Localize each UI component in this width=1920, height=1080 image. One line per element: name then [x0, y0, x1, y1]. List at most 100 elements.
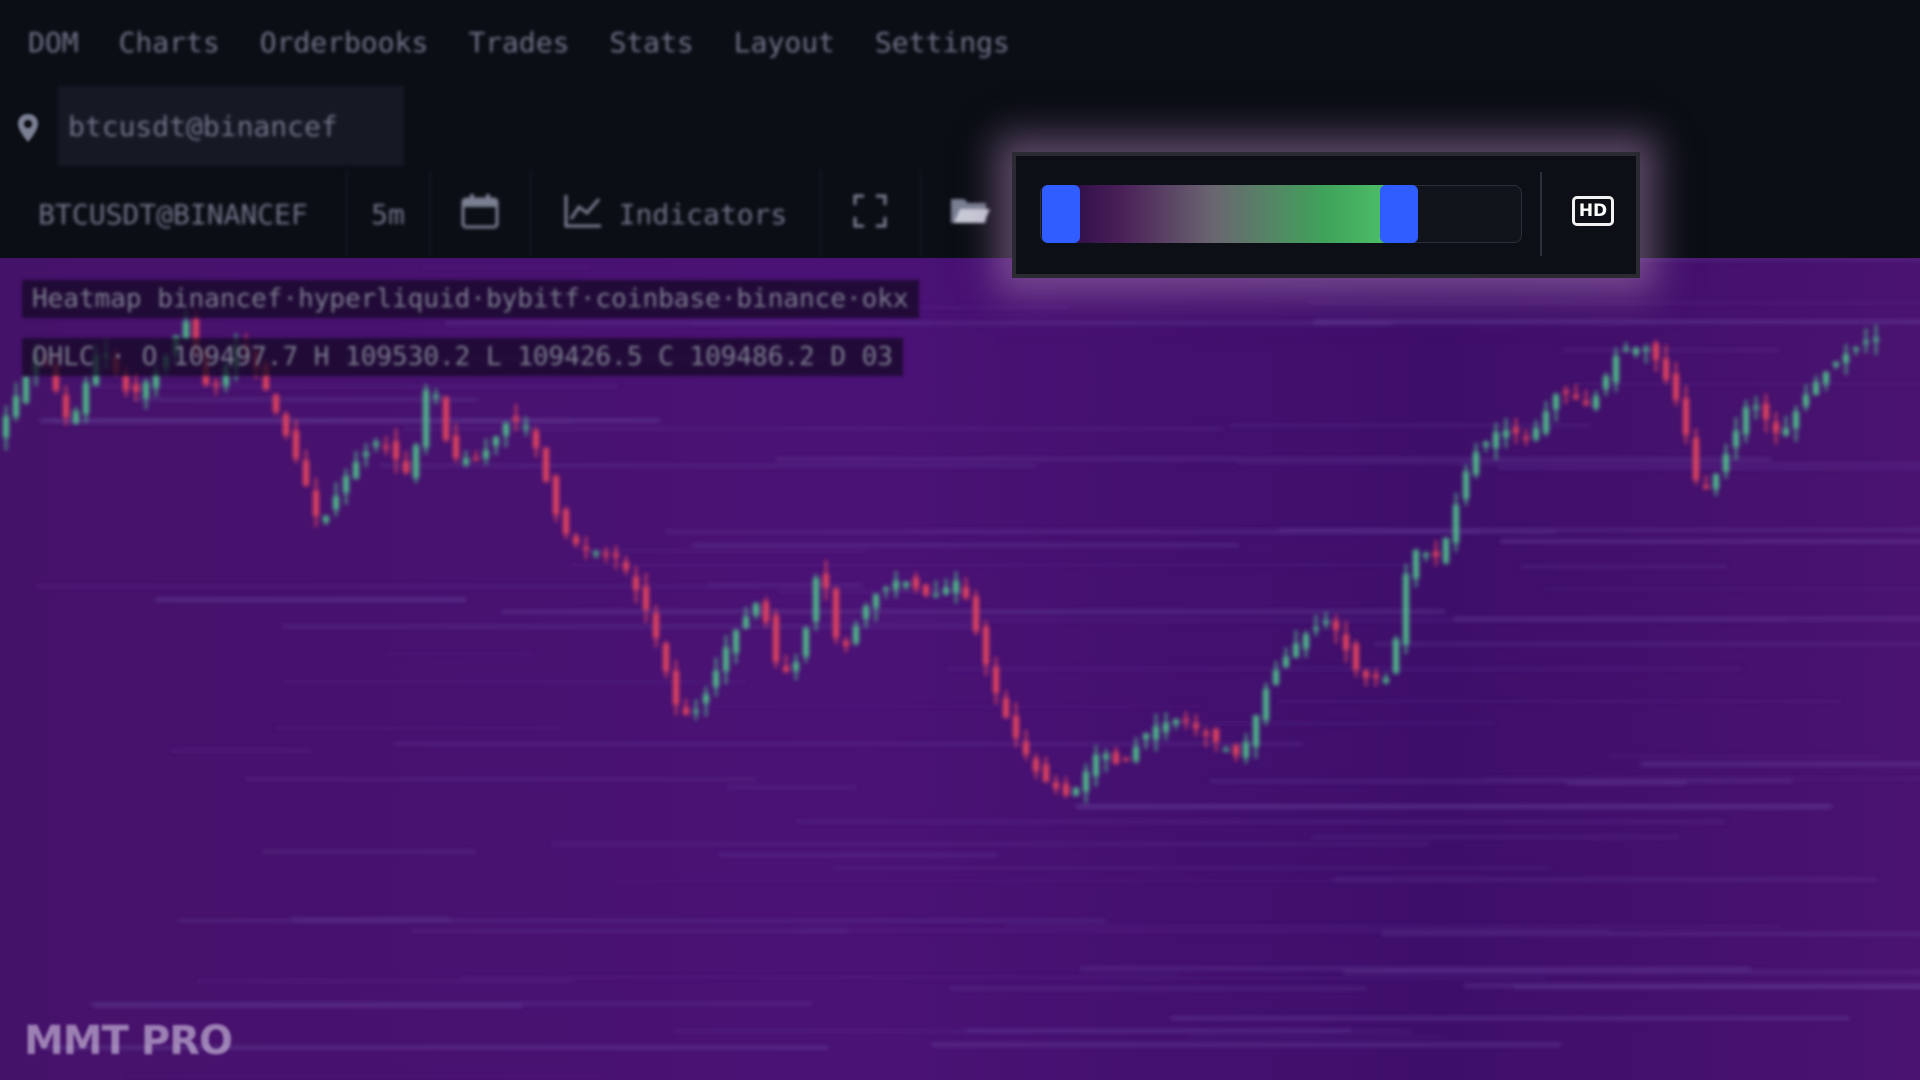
candle-down — [393, 441, 399, 460]
heatmap-band — [1573, 383, 1920, 385]
heatmap-band — [1640, 762, 1920, 767]
candle-up — [1613, 356, 1619, 383]
candle-down — [633, 576, 639, 590]
candle-up — [1623, 348, 1629, 351]
candle-up — [1313, 627, 1319, 631]
candle-down — [773, 615, 779, 662]
candle-up — [463, 458, 469, 465]
heatmap-band — [793, 928, 1610, 933]
candle-up — [863, 606, 869, 620]
heatmap-band — [197, 979, 574, 983]
candle-down — [823, 573, 829, 588]
candle-up — [1393, 639, 1399, 674]
heatmap-band — [1562, 348, 1781, 352]
range-low-handle[interactable] — [1042, 185, 1080, 243]
candle-up — [1803, 394, 1809, 407]
calendar-button[interactable] — [430, 170, 531, 258]
candle-up — [1873, 338, 1879, 342]
heatmap-band — [1333, 877, 1878, 882]
candle-down — [763, 601, 769, 622]
candle-down — [1203, 731, 1209, 736]
candle-up — [853, 626, 859, 644]
indicators-button[interactable]: Indicators — [530, 170, 821, 258]
candle-up — [1643, 348, 1649, 351]
menu-stats[interactable]: Stats — [589, 26, 713, 59]
range-high-handle[interactable] — [1380, 185, 1419, 243]
menu-dom[interactable]: DOM — [0, 26, 99, 59]
candle-up — [743, 616, 749, 629]
heatmap-band — [1276, 700, 1843, 703]
candle-up — [793, 662, 799, 672]
menu-orderbooks[interactable]: Orderbooks — [240, 26, 449, 59]
heatmap-band — [1308, 301, 1920, 305]
candle-down — [913, 577, 919, 589]
heatmap-band — [379, 464, 1038, 468]
open-layout-button[interactable] — [920, 170, 1020, 258]
heatmap-band — [459, 976, 1178, 979]
candle-down — [1583, 401, 1589, 406]
candle-up — [1823, 372, 1829, 385]
menu-trades[interactable]: Trades — [448, 26, 589, 59]
heatmap-band — [89, 1002, 812, 1005]
symbol-button[interactable]: BTCUSDT@BINANCEF — [0, 170, 347, 258]
heatmap-band — [93, 1005, 523, 1008]
heatmap-band — [947, 666, 1742, 671]
candle-up — [1073, 788, 1079, 796]
menu-settings[interactable]: Settings — [855, 26, 1030, 59]
chart-line-icon — [563, 193, 603, 236]
candle-up — [1493, 432, 1499, 449]
candle-up — [803, 628, 809, 657]
candle-down — [533, 430, 539, 448]
candle-up — [433, 395, 439, 398]
candle-up — [703, 694, 709, 704]
heatmap-band — [422, 266, 591, 268]
candle-up — [873, 594, 879, 609]
candle-down — [133, 383, 139, 392]
candle-down — [1053, 782, 1059, 789]
heatmap-band — [245, 777, 757, 781]
candle-down — [123, 374, 129, 391]
candle-down — [683, 707, 689, 715]
menu-charts[interactable]: Charts — [99, 26, 240, 59]
candle-up — [373, 442, 379, 447]
candle-up — [1163, 722, 1169, 733]
candle-up — [1463, 471, 1469, 500]
symbol-search-input[interactable] — [58, 86, 404, 166]
candle-up — [483, 450, 489, 459]
menu-layout[interactable]: Layout — [714, 26, 855, 59]
candle-up — [1293, 643, 1299, 658]
heatmap-band — [1498, 466, 1920, 470]
candle-up — [1383, 678, 1389, 683]
candle-down — [1373, 674, 1379, 678]
candle-down — [973, 596, 979, 632]
heatmap-band — [657, 705, 1203, 708]
heatmap-band — [691, 544, 1240, 547]
hd-toggle-button[interactable]: HD — [1572, 196, 1614, 226]
candle-down — [663, 643, 669, 672]
top-menu: DOM Charts Orderbooks Trades Stats Layou… — [0, 0, 1920, 85]
fullscreen-button[interactable] — [820, 170, 921, 258]
candle-up — [353, 462, 359, 479]
candle-down — [63, 395, 69, 418]
candle-down — [1653, 343, 1659, 360]
heatmap-band — [170, 749, 312, 753]
watermark-logo: MMT PRO — [24, 1018, 233, 1064]
candle-down — [1363, 670, 1369, 678]
candle-down — [453, 435, 459, 458]
candle-up — [1713, 474, 1719, 490]
candle-down — [1663, 358, 1669, 380]
candle-down — [1033, 758, 1039, 772]
heatmap-band — [1543, 588, 1920, 590]
candle-up — [753, 603, 759, 616]
candle-down — [1023, 741, 1029, 755]
candle-down — [213, 383, 219, 387]
candle-down — [1233, 744, 1239, 756]
timeframe-button[interactable]: 5m — [346, 170, 431, 258]
heatmap-band — [570, 563, 1424, 566]
fullscreen-icon — [852, 193, 888, 236]
candle-down — [563, 509, 569, 534]
candle-up — [713, 670, 719, 688]
candle-up — [1443, 538, 1449, 563]
candle-down — [283, 414, 289, 436]
heatmap-chart[interactable] — [0, 258, 1920, 1080]
